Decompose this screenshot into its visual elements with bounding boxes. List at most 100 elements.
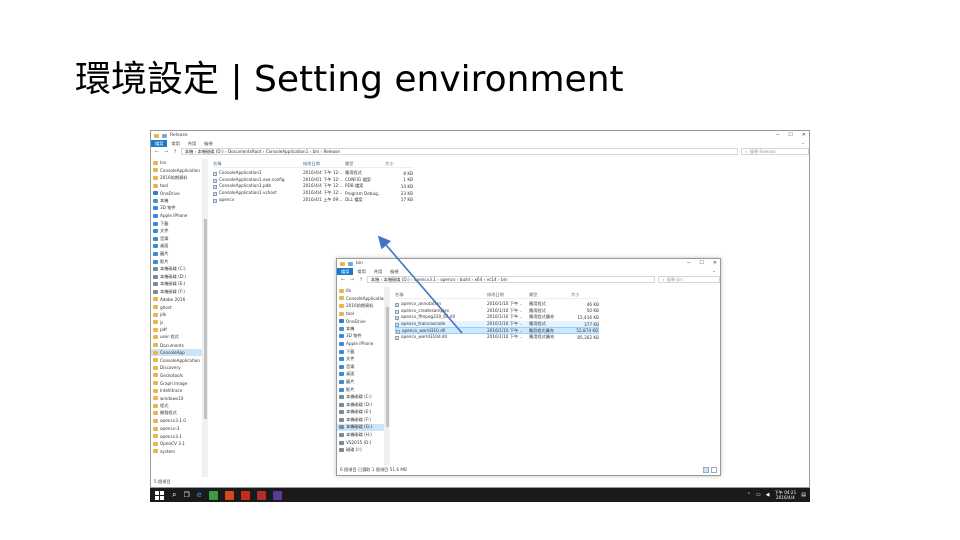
nav-scrollbar[interactable] xyxy=(385,287,390,467)
nav-item[interactable]: Intellitrace xyxy=(151,387,202,395)
breadcrumb-project[interactable]: ConsoleApplication1 xyxy=(266,149,309,154)
nav-scrollbar[interactable] xyxy=(203,159,208,477)
app-icon-orange[interactable] xyxy=(224,490,234,500)
back-arrow-icon[interactable]: ← xyxy=(154,149,160,155)
file-row[interactable]: opencv_traincascade 2016/1/10 下午 .. 應用程式 37… xyxy=(395,320,599,328)
title-bar[interactable]: bin ─ ☐ ✕ xyxy=(337,259,720,268)
nav-item[interactable]: 本機磁碟 (F:) xyxy=(151,288,202,296)
nav-item[interactable]: Ice xyxy=(151,159,202,167)
nav-item[interactable]: 本機磁碟 (D:) xyxy=(151,273,202,281)
nav-item[interactable]: VS2015 (D:) xyxy=(337,439,384,447)
file-row[interactable]: opencv_world310d.dll 2016/1/10 下午 .. 應用程式擴… xyxy=(395,334,599,341)
title-bar[interactable]: Release ─ ☐ ✕ xyxy=(151,131,809,140)
search-input[interactable]: ⌕ 搜尋 bin xyxy=(658,276,720,283)
nav-item[interactable]: pdf xyxy=(151,326,202,334)
nav-item[interactable]: OneDrive xyxy=(337,317,384,325)
up-arrow-icon[interactable]: ↑ xyxy=(172,149,178,155)
details-view-button[interactable] xyxy=(703,467,709,473)
nav-item[interactable]: 本機磁碟 (G:) xyxy=(337,423,384,432)
breadcrumb-d-drive[interactable]: 本機磁碟 (D:) xyxy=(384,277,410,282)
forward-arrow-icon[interactable]: → xyxy=(163,149,169,155)
ribbon-expand-icon[interactable]: ⌄ xyxy=(712,269,716,274)
nav-item[interactable]: 圖片 xyxy=(151,250,202,258)
notification-icon[interactable]: ▤ xyxy=(801,492,806,498)
breadcrumb-opencv[interactable]: opencv xyxy=(440,277,455,282)
chevron-up-icon[interactable]: ⌃ xyxy=(747,492,751,498)
breadcrumb-x64[interactable]: x64 xyxy=(474,277,482,282)
network-icon[interactable]: ▭ xyxy=(756,492,761,498)
nav-scroll-thumb[interactable] xyxy=(386,307,389,427)
nav-item[interactable]: 下載 xyxy=(151,220,202,228)
file-row[interactable]: opencv_ffmpeg310_64.dll 2016/1/10 下午 .. 應用… xyxy=(395,314,599,321)
breadcrumb-release[interactable]: Release xyxy=(324,149,340,154)
nav-item[interactable]: ConsoleApplication xyxy=(151,167,202,175)
nav-item[interactable]: Documents xyxy=(151,341,202,349)
nav-item[interactable]: opencv3.1.0 xyxy=(151,417,202,425)
address-bar[interactable]: 本機 › 本機磁碟 (D:) › DocumentsRoot › Console… xyxy=(180,148,739,155)
column-type[interactable]: 類型 xyxy=(529,292,571,298)
breadcrumb-bin[interactable]: bin xyxy=(501,277,507,282)
nav-item[interactable]: 音樂 xyxy=(337,363,384,371)
navigation-pane[interactable]: Ice ConsoleApplication 2016前期資料 tool OneDriv… xyxy=(151,159,203,477)
nav-item[interactable]: 影片 xyxy=(151,258,202,266)
tab-home[interactable]: 常用 xyxy=(167,140,183,147)
task-view-icon[interactable]: ❐ xyxy=(183,488,189,502)
nav-item[interactable]: 程式 xyxy=(151,402,202,410)
nav-item[interactable]: 本機磁碟 (C:) xyxy=(337,393,384,401)
windows-start-icon[interactable] xyxy=(153,489,165,501)
nav-item[interactable]: 磁碟 (I:) xyxy=(337,446,384,454)
nav-item[interactable]: Apple iPhone xyxy=(151,212,202,220)
ribbon-expand-icon[interactable]: ⌄ xyxy=(801,141,805,146)
nav-scroll-thumb[interactable] xyxy=(204,219,207,419)
close-button[interactable]: ✕ xyxy=(802,132,806,138)
nav-item[interactable]: 本機 xyxy=(337,325,384,333)
navigation-pane[interactable]: lib ConsoleApplication 2016前期資料 tool OneDriv… xyxy=(337,287,385,465)
tab-share[interactable]: 共用 xyxy=(370,268,386,275)
nav-item[interactable]: 開發程式 xyxy=(151,410,202,418)
nav-item[interactable]: ConsoleApp xyxy=(151,348,202,357)
nav-item[interactable]: 文件 xyxy=(337,355,384,363)
breadcrumb-docroot[interactable]: DocumentsRoot xyxy=(228,149,261,154)
nav-item[interactable]: tool xyxy=(151,182,202,190)
breadcrumb-bin[interactable]: bin xyxy=(313,149,319,154)
large-icons-view-button[interactable] xyxy=(711,467,717,473)
nav-item[interactable]: 本機磁碟 (E:) xyxy=(337,409,384,417)
edge-browser-icon[interactable]: e xyxy=(197,488,202,502)
tab-view[interactable]: 檢視 xyxy=(386,268,402,275)
column-size[interactable]: 大小 xyxy=(571,292,599,298)
visual-studio-icon[interactable] xyxy=(272,490,282,500)
nav-item[interactable]: js xyxy=(151,318,202,326)
file-row[interactable]: opencv_annotation 2016/1/10 下午 .. 應用程式 46 K… xyxy=(395,301,599,308)
nav-item[interactable]: 本機磁碟 (C:) xyxy=(151,265,202,273)
minimize-button[interactable]: ─ xyxy=(776,132,779,138)
nav-item[interactable]: 2016前期資料 xyxy=(337,302,384,310)
nav-item[interactable]: windows10 xyxy=(151,394,202,402)
app-icon-green[interactable] xyxy=(208,490,218,500)
explorer-window-bin[interactable]: bin ─ ☐ ✕ 檔案 常用 共用 檢視 ⌄ ← → ↑ 本機 › 本機磁碟 … xyxy=(336,258,721,476)
nav-item[interactable]: OneDrive xyxy=(151,189,202,197)
breadcrumb-opencv31[interactable]: opencv3.1 xyxy=(414,277,436,282)
nav-item[interactable]: lib xyxy=(337,287,384,295)
nav-item[interactable]: 本機磁碟 (E:) xyxy=(151,281,202,289)
app-icon-red[interactable] xyxy=(240,490,250,500)
nav-item[interactable]: Adobe 2016 xyxy=(151,296,202,304)
nav-item[interactable]: 音樂 xyxy=(151,235,202,243)
breadcrumb-pc[interactable]: 本機 xyxy=(185,149,193,154)
column-date[interactable]: 修改日期 xyxy=(487,292,529,298)
file-row[interactable]: opencv_world310.dll 2016/1/10 下午 .. 應用程式擴充… xyxy=(395,327,599,334)
file-row[interactable]: ConsoleApplication1.pdb 2016/4/4 下午 12:..… xyxy=(213,183,413,190)
nav-item[interactable]: ConsoleApplication xyxy=(337,295,384,303)
nav-item[interactable]: 2016前期資料 xyxy=(151,174,202,182)
column-size[interactable]: 大小 xyxy=(385,161,413,167)
column-name[interactable]: 名稱 xyxy=(395,292,487,298)
nav-item[interactable]: 3D 物件 xyxy=(151,205,202,213)
nav-item[interactable]: user 程式 xyxy=(151,334,202,342)
search-input[interactable]: ⌕ 搜尋 Release xyxy=(741,148,809,155)
file-row[interactable]: ConsoleApplication1 2016/4/4 下午 12:.. 應用程式… xyxy=(213,170,413,177)
nav-item[interactable]: opencv-3 xyxy=(151,425,202,433)
breadcrumb-d-drive[interactable]: 本機磁碟 (D:) xyxy=(198,149,224,154)
volume-icon[interactable]: ◀ xyxy=(766,492,770,498)
column-name[interactable]: 名稱 xyxy=(213,161,303,167)
forward-arrow-icon[interactable]: → xyxy=(349,277,355,283)
nav-item[interactable]: OpenCV 3.1 xyxy=(151,440,202,448)
